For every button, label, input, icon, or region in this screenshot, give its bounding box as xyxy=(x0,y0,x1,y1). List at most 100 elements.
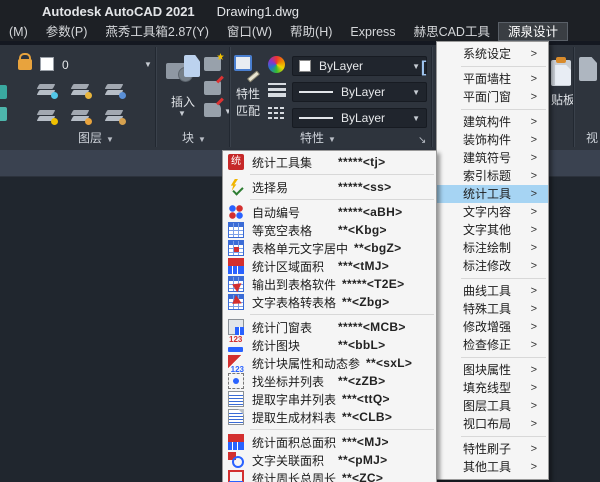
combo-dropdown-icon: ▼ xyxy=(412,61,420,71)
plugin-menu-item[interactable]: 修改增强 > xyxy=(437,318,548,336)
linetype-preview xyxy=(299,117,333,119)
plugin-menu-item[interactable]: 平面墙柱 > xyxy=(437,70,548,88)
layer-select[interactable]: 0 xyxy=(62,58,69,72)
plugin-menu-item[interactable]: 图块属性 > xyxy=(437,361,548,379)
plugin-menu-item-label: 标注绘制 xyxy=(463,241,512,255)
submenu-item[interactable]: 提取生成材料表 **<CLB> xyxy=(223,408,436,426)
plugin-menu-item[interactable]: 标注绘制 > xyxy=(437,239,548,257)
submenu-arrow-icon: > xyxy=(530,461,537,473)
plugin-menu-item[interactable]: 其他工具 > xyxy=(437,458,548,476)
insert-dropdown-icon[interactable]: ▼ xyxy=(178,109,186,118)
submenu-item[interactable]: 找坐标并列表 **<zZB> xyxy=(223,372,436,390)
submenu-item-shortcut: **<Kbg> xyxy=(338,223,387,237)
submenu-item[interactable]: 统计工具集 *****<tj> xyxy=(223,153,436,171)
table-convert-icon xyxy=(228,294,244,310)
submenu-item[interactable]: 统计区域面积 ***<tMJ> xyxy=(223,257,436,275)
plugin-menu-item[interactable]: 建筑符号 > xyxy=(437,149,548,167)
plugin-menu-item[interactable]: 系统设定 > xyxy=(437,45,548,63)
block-edit-icon[interactable] xyxy=(204,53,224,71)
view-tool-icon[interactable] xyxy=(579,57,597,81)
layer-lock-icon[interactable] xyxy=(70,81,92,99)
layer-freeze-icon[interactable] xyxy=(36,81,58,99)
submenu-item-shortcut: *****<ss> xyxy=(338,180,392,194)
plugin-menu-item[interactable]: 图层工具 > xyxy=(437,397,548,415)
plugin-menu-item[interactable]: 填充线型 > xyxy=(437,379,548,397)
menu-separator xyxy=(461,109,546,110)
menu-bar-item[interactable]: 源泉设计 xyxy=(497,22,568,41)
submenu-item[interactable]: 统计门窗表 *****<MCB> xyxy=(223,318,436,336)
plugin-menu-item[interactable]: 文字内容 > xyxy=(437,203,548,221)
linetype-icon[interactable] xyxy=(268,107,286,119)
submenu-item[interactable]: 表格单元文字居中 **<bgZ> xyxy=(223,239,436,257)
menu-bar-item[interactable]: 赫思CAD工具 xyxy=(405,23,499,40)
lineweight-icon[interactable] xyxy=(268,83,286,97)
properties-panel-label[interactable]: 特性 ▼ xyxy=(300,129,336,146)
plugin-menu-item[interactable]: 特殊工具 > xyxy=(437,300,548,318)
submenu-item-label: 提取字串并列表 xyxy=(252,392,337,407)
plugin-menu-item[interactable]: 视口布局 > xyxy=(437,415,548,433)
submenu-item[interactable]: 统计块属性和动态参 **<sxL> xyxy=(223,354,436,374)
menu-bar-item[interactable]: 燕秀工具箱2.87(Y) xyxy=(96,23,218,40)
layer-panel-label[interactable]: 图层 ▼ xyxy=(78,129,114,146)
layer-on-icon[interactable] xyxy=(36,107,58,125)
submenu-item[interactable]: 自动编号 *****<aBH> xyxy=(223,203,436,221)
layer-color-swatch[interactable] xyxy=(40,57,54,71)
menu-bar-item[interactable]: Express xyxy=(341,23,404,40)
block-panel-label[interactable]: 块 ▼ xyxy=(182,129,206,146)
color-wheel-icon[interactable] xyxy=(268,56,285,73)
plugin-menu-item[interactable]: 索引标题 > xyxy=(437,167,548,185)
layer-match-icon[interactable] xyxy=(104,107,126,125)
plugin-menu-item[interactable]: 装饰构件 > xyxy=(437,131,548,149)
submenu-item[interactable]: 文字表格转表格 **<Zbg> xyxy=(223,293,436,311)
submenu-item[interactable]: 提取字串并列表 ***<ttQ> xyxy=(223,390,436,408)
match-properties-button[interactable]: 特性 匹配 xyxy=(228,85,268,119)
submenu-item[interactable]: 统计周长总周长 **<ZC> xyxy=(223,469,436,482)
insert-block-icon[interactable] xyxy=(166,55,200,87)
menu-bar-item[interactable]: 窗口(W) xyxy=(218,23,281,40)
menu-separator xyxy=(250,429,434,430)
plugin-menu-item[interactable]: 统计工具 > xyxy=(437,185,548,203)
dialog-launcher-icon[interactable]: ↘ xyxy=(418,135,426,146)
match-properties-icon[interactable] xyxy=(234,55,261,83)
plugin-menu-item[interactable]: 特性刷子 > xyxy=(437,440,548,458)
select-easy-icon xyxy=(228,179,244,195)
plugin-menu-item[interactable]: 标注修改 > xyxy=(437,257,548,275)
menu-bar-item[interactable]: (M) xyxy=(0,23,37,40)
lineweight-select[interactable]: ByLayer ▼ xyxy=(292,82,427,102)
submenu-item[interactable]: 等宽空表格 **<Kbg> xyxy=(223,221,436,239)
plugin-menu-item[interactable]: 曲线工具 > xyxy=(437,282,548,300)
submenu-item[interactable]: 统计面积总面积 ***<MJ> xyxy=(223,433,436,451)
combo-dropdown-icon: ▼ xyxy=(412,113,420,123)
paste-icon[interactable] xyxy=(551,57,575,87)
submenu-item[interactable]: 统计图块 **<bbL> xyxy=(223,335,436,354)
menu-bar-item[interactable]: 帮助(H) xyxy=(281,23,341,40)
object-color-select[interactable]: ByLayer ▼ xyxy=(292,56,427,76)
submenu-arrow-icon: > xyxy=(530,73,537,85)
view-panel-label[interactable]: 视 xyxy=(586,129,598,146)
plugin-menu-item[interactable]: 检查修正 > xyxy=(437,336,548,354)
door-table-icon xyxy=(228,319,244,335)
submenu-arrow-icon: > xyxy=(530,382,537,394)
submenu-item-label: 统计块属性和动态参 xyxy=(252,356,361,371)
insert-button[interactable]: 插入 xyxy=(160,93,206,110)
block-tag-icon[interactable] xyxy=(204,97,224,117)
linetype-select[interactable]: ByLayer ▼ xyxy=(292,108,427,128)
panel-divider xyxy=(573,47,575,147)
plugin-menu-item[interactable]: 建筑构件 > xyxy=(437,113,548,131)
document-title: Drawing1.dwg xyxy=(216,3,300,19)
plugin-menu-item-label: 平面门窗 xyxy=(463,90,512,104)
plugin-menu-item[interactable]: 平面门窗 > xyxy=(437,88,548,106)
submenu-item[interactable]: 文字关联面积 **<pMJ> xyxy=(223,451,436,469)
plugin-menu-item[interactable]: 文字其他 > xyxy=(437,221,548,239)
block-attr-icon[interactable] xyxy=(204,75,224,95)
submenu-item-shortcut: **<sxL> xyxy=(366,356,413,370)
submenu-item[interactable]: 输出到表格软件 *****<T2E> xyxy=(223,275,436,293)
menu-bar-item[interactable]: 参数(P) xyxy=(37,23,97,40)
layer-dropdown-icon[interactable]: ▼ xyxy=(144,60,152,69)
area-region-icon xyxy=(228,258,244,274)
submenu-item[interactable]: 选择易 *****<ss> xyxy=(223,178,436,196)
layer-unlock-tool-icon[interactable] xyxy=(70,107,92,125)
group-icon[interactable]: [ xyxy=(421,59,426,77)
layer-unlock-icon[interactable] xyxy=(18,53,32,70)
layer-isolate-icon[interactable] xyxy=(104,81,126,99)
